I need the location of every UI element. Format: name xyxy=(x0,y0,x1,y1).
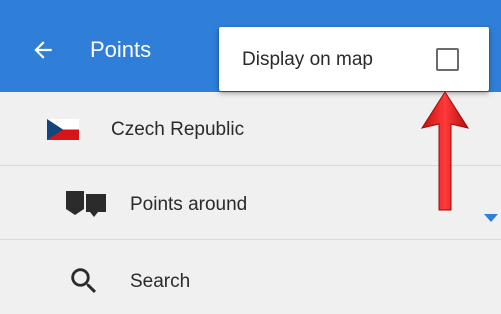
list-item-search[interactable]: Search xyxy=(0,240,501,313)
overflow-menu: Display on map xyxy=(219,27,489,91)
search-icon xyxy=(71,268,97,294)
red-arrow-icon xyxy=(420,92,470,211)
page-title: Points xyxy=(90,37,152,62)
arrow-left-icon[interactable] xyxy=(30,37,56,63)
screen: Points Czech Republic Points around Sear… xyxy=(0,0,501,314)
points-around-icon xyxy=(66,191,106,217)
display-on-map-label[interactable]: Display on map xyxy=(242,49,373,71)
list-item-label: Search xyxy=(130,271,191,292)
display-on-map-checkbox[interactable] xyxy=(436,48,459,71)
chevron-down-icon[interactable] xyxy=(484,213,498,223)
list-item-label: Points around xyxy=(130,194,248,215)
czech-flag-icon xyxy=(47,119,79,140)
list-item-label: Czech Republic xyxy=(111,119,245,140)
